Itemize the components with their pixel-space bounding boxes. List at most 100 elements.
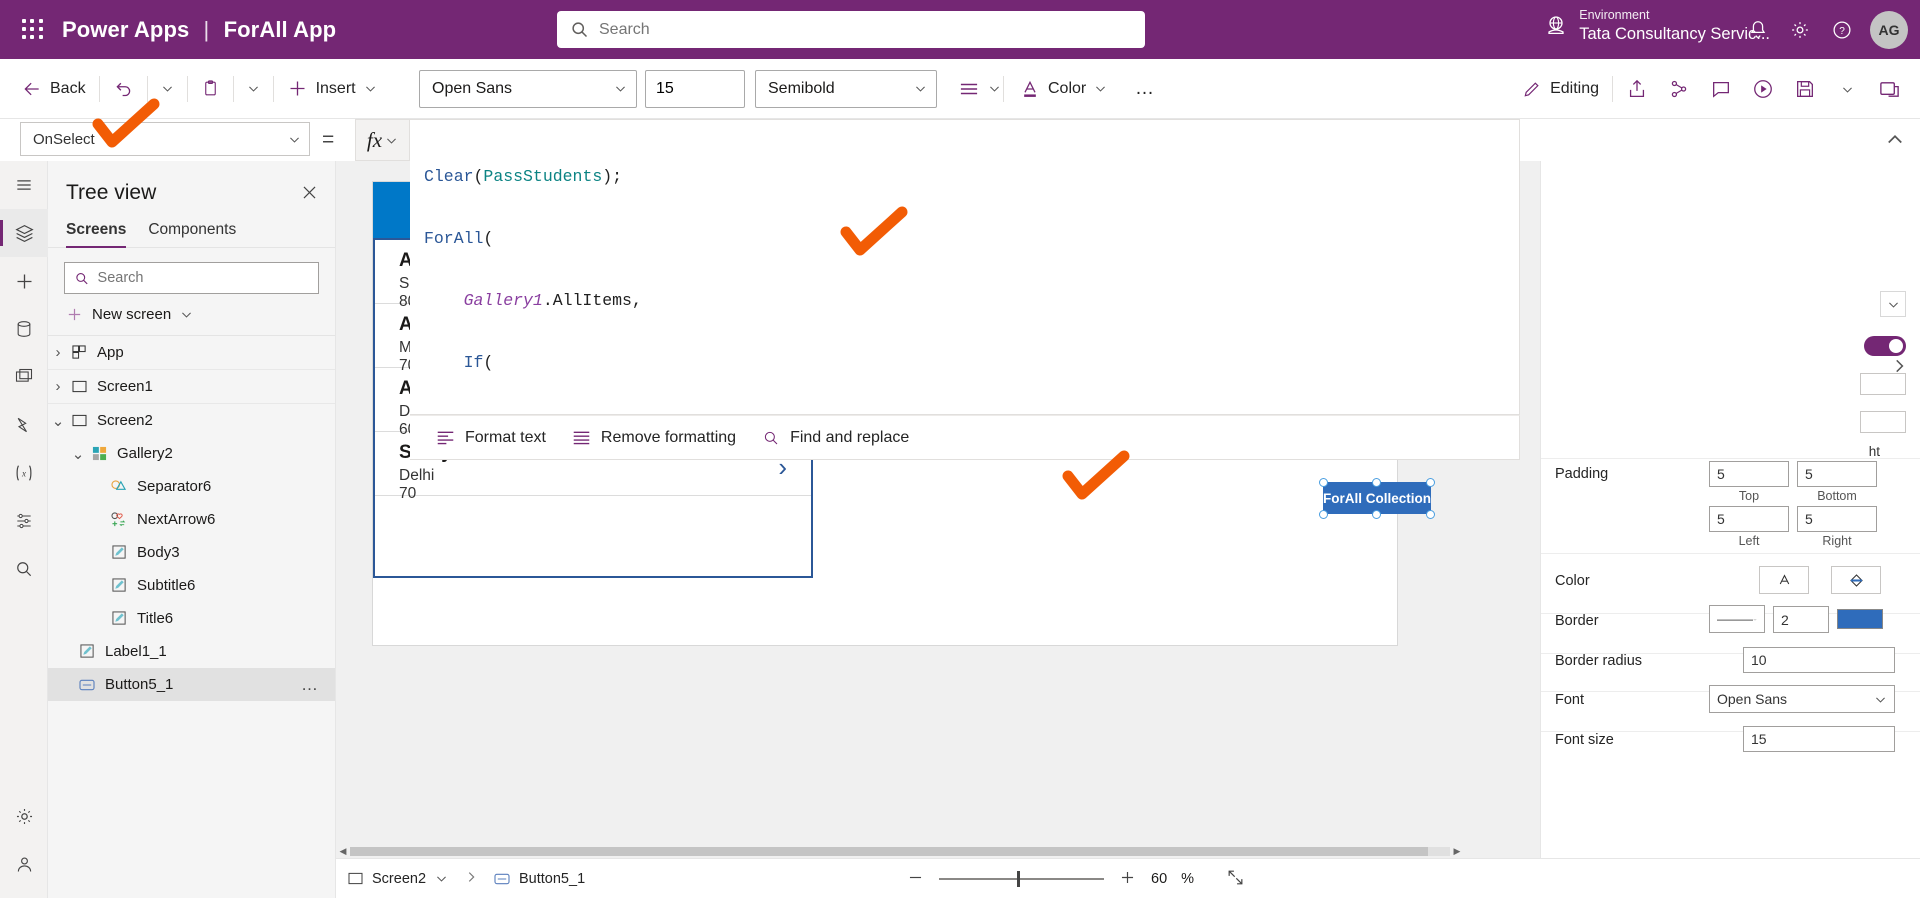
app-checker-icon[interactable] xyxy=(1658,69,1700,109)
border-radius-input[interactable] xyxy=(1743,647,1895,673)
more-ellipsis-icon[interactable]: … xyxy=(1125,69,1164,109)
scroll-thumb[interactable] xyxy=(350,846,1428,856)
padding-top-input[interactable] xyxy=(1709,461,1789,487)
font-size-prop-input[interactable] xyxy=(1743,726,1895,752)
property-toggle[interactable] xyxy=(1864,336,1906,356)
resize-handle-b[interactable] xyxy=(1372,510,1381,519)
tree-search-input[interactable] xyxy=(97,270,308,286)
font-weight-select[interactable]: Semibold xyxy=(755,69,937,108)
padding-bottom-input[interactable] xyxy=(1797,461,1877,487)
menu-hamburger-icon[interactable] xyxy=(0,161,48,209)
scroll-right-icon[interactable]: ▶ xyxy=(1450,844,1464,858)
more-ellipsis-icon[interactable]: … xyxy=(301,675,319,695)
find-replace-button[interactable]: Find and replace xyxy=(762,429,909,447)
format-text-button[interactable]: Format text xyxy=(436,429,546,447)
tree-node-body3[interactable]: Body3 xyxy=(48,536,335,569)
global-search[interactable] xyxy=(557,11,1145,48)
minus-icon[interactable] xyxy=(906,868,925,890)
insert-plus-icon[interactable] xyxy=(0,257,48,305)
fit-screen-diagonal-icon[interactable] xyxy=(1226,868,1245,890)
publish-icon[interactable] xyxy=(1868,69,1910,109)
feedback-person-icon[interactable] xyxy=(0,840,48,888)
save-icon[interactable] xyxy=(1784,69,1826,109)
settings-gear-icon[interactable] xyxy=(0,792,48,840)
resize-handle-t[interactable] xyxy=(1372,478,1381,487)
zoom-slider-knob[interactable] xyxy=(1017,870,1020,887)
border-width-input[interactable] xyxy=(1773,606,1829,633)
chevron-down-icon[interactable]: ⌄ xyxy=(68,445,88,463)
undo-dropdown[interactable] xyxy=(151,69,184,109)
breadcrumb-screen[interactable]: Screen2 xyxy=(336,859,460,898)
padding-left-input[interactable] xyxy=(1709,506,1789,532)
tree-node-screen2[interactable]: ⌄ Screen2 xyxy=(48,404,335,437)
paste-button[interactable] xyxy=(191,69,230,109)
plus-icon[interactable] xyxy=(1118,868,1137,890)
search-icon[interactable] xyxy=(0,545,48,593)
tree-node-separator6[interactable]: Separator6 xyxy=(48,470,335,503)
panel-expand-button[interactable] xyxy=(1880,291,1906,317)
scroll-track[interactable] xyxy=(350,846,1450,856)
tree-node-gallery2[interactable]: ⌄ Gallery2 xyxy=(48,437,335,470)
zoom-slider[interactable] xyxy=(939,870,1104,887)
fill-bucket-icon[interactable] xyxy=(1831,566,1881,594)
collapse-formula-button[interactable] xyxy=(1880,126,1910,154)
resize-handle-bl[interactable] xyxy=(1319,510,1328,519)
tree-node-nextarrow6[interactable]: NextArrow6 xyxy=(48,503,335,536)
tree-node-title6[interactable]: Title6 xyxy=(48,602,335,635)
share-icon[interactable] xyxy=(1616,69,1658,109)
avatar[interactable]: AG xyxy=(1870,10,1908,49)
chevron-right-icon[interactable]: › xyxy=(48,344,68,361)
insert-button[interactable]: Insert xyxy=(277,69,387,109)
media-images-icon[interactable] xyxy=(0,353,48,401)
tree-view-layers-icon[interactable] xyxy=(0,209,48,257)
border-style-select[interactable]: ——— xyxy=(1709,605,1765,633)
breadcrumb-control[interactable]: Button5_1 xyxy=(482,859,597,898)
color-button[interactable]: Color xyxy=(1010,69,1117,109)
property-select[interactable]: OnSelect xyxy=(20,122,310,156)
resize-handle-br[interactable] xyxy=(1426,510,1435,519)
tree-search-box[interactable] xyxy=(64,262,319,294)
save-dropdown[interactable] xyxy=(1826,69,1868,109)
power-automate-icon[interactable] xyxy=(0,401,48,449)
formula-editor[interactable]: Clear(PassStudents); ForAll( Gallery1.Al… xyxy=(410,119,1520,415)
tree-node-button5-1[interactable]: Button5_1 … xyxy=(48,668,335,701)
font-color-A-icon[interactable] xyxy=(1759,566,1809,594)
environment-selector[interactable]: Environment Tata Consultancy Servic... xyxy=(1544,8,1770,44)
tab-components[interactable]: Components xyxy=(148,221,236,248)
font-select[interactable]: Open Sans xyxy=(1709,685,1895,713)
tree-node-screen1[interactable]: › Screen1 xyxy=(48,370,335,403)
paste-dropdown[interactable] xyxy=(237,69,270,109)
tree-node-label1-1[interactable]: Label1_1 xyxy=(48,635,335,668)
components-icon[interactable] xyxy=(0,497,48,545)
scroll-left-icon[interactable]: ◀ xyxy=(336,844,350,858)
tree-node-subtitle6[interactable]: Subtitle6 xyxy=(48,569,335,602)
padding-right-input[interactable] xyxy=(1797,506,1877,532)
back-button[interactable]: Back xyxy=(12,69,96,109)
waffle-grid-icon[interactable] xyxy=(22,18,44,41)
canvas-horizontal-scrollbar[interactable]: ◀ ▶ xyxy=(336,844,1464,858)
data-cylinder-icon[interactable] xyxy=(0,305,48,353)
help-question-icon[interactable]: ? xyxy=(1822,10,1862,50)
notifications-bell-icon[interactable] xyxy=(1738,10,1778,50)
variables-x-icon[interactable]: x xyxy=(0,449,48,497)
play-preview-icon[interactable] xyxy=(1742,69,1784,109)
close-x-icon[interactable] xyxy=(300,183,319,205)
chevron-right-icon[interactable]: › xyxy=(48,378,68,395)
property-field-partial-2[interactable] xyxy=(1860,411,1906,433)
fx-button[interactable]: fx xyxy=(355,119,410,161)
border-color-swatch[interactable] xyxy=(1837,609,1883,629)
tab-screens[interactable]: Screens xyxy=(66,221,127,248)
search-input[interactable] xyxy=(599,20,1131,39)
font-family-select[interactable]: Open Sans xyxy=(419,69,637,108)
property-field-partial[interactable] xyxy=(1860,373,1906,395)
settings-gear-icon[interactable] xyxy=(1780,10,1820,50)
resize-handle-tr[interactable] xyxy=(1426,478,1435,487)
chevron-down-icon[interactable]: ⌄ xyxy=(48,412,68,430)
tree-node-app[interactable]: › App xyxy=(48,336,335,369)
resize-handle-tl[interactable] xyxy=(1319,478,1328,487)
undo-button[interactable] xyxy=(103,69,144,109)
font-size-input[interactable] xyxy=(645,69,745,108)
editing-mode-button[interactable]: Editing xyxy=(1512,69,1609,109)
comment-bubble-icon[interactable] xyxy=(1700,69,1742,109)
new-screen-button[interactable]: New screen xyxy=(48,294,335,335)
